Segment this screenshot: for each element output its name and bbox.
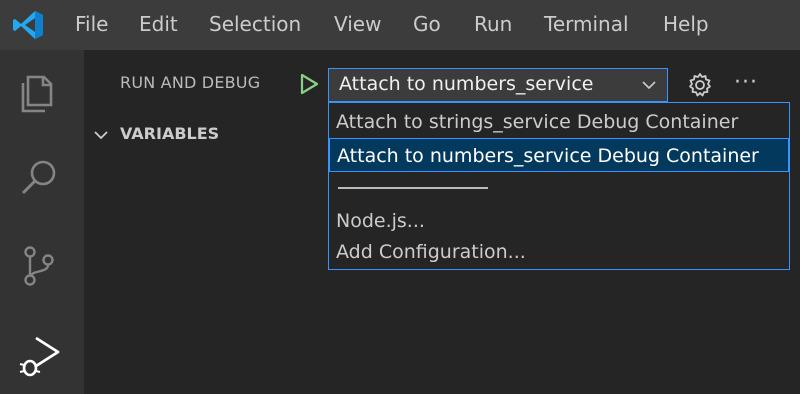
debug-config-dropdown: Attach to strings_service Debug Containe… — [328, 102, 790, 270]
activity-bar — [0, 50, 84, 394]
start-debugging-button[interactable] — [297, 72, 321, 96]
panel-title: RUN AND DEBUG — [120, 73, 261, 92]
selected-config-label: Attach to numbers_service — [339, 73, 594, 95]
menu-run[interactable]: Run — [474, 10, 512, 38]
menu-file[interactable]: File — [75, 10, 108, 38]
menu-view[interactable]: View — [334, 10, 381, 38]
vscode-logo-icon — [13, 11, 43, 39]
gear-icon[interactable] — [686, 71, 714, 99]
variables-label: VARIABLES — [120, 124, 220, 143]
title-bar: File Edit Selection View Go Run Terminal… — [0, 0, 800, 50]
run-debug-icon[interactable] — [14, 330, 64, 380]
menu-help[interactable]: Help — [663, 10, 709, 38]
dropdown-separator — [338, 187, 488, 189]
dropdown-option[interactable]: Node.js... — [329, 204, 789, 238]
more-actions-button[interactable]: ··· — [734, 70, 758, 95]
explorer-icon[interactable] — [14, 67, 64, 117]
menu-edit[interactable]: Edit — [139, 10, 178, 38]
debug-config-select[interactable]: Attach to numbers_service — [328, 68, 668, 102]
chevron-down-icon — [94, 131, 108, 140]
dropdown-option-selected[interactable]: Attach to numbers_service Debug Containe… — [329, 138, 789, 172]
menu-terminal[interactable]: Terminal — [544, 10, 629, 38]
chevron-down-icon — [642, 81, 656, 90]
dropdown-option[interactable]: Attach to strings_service Debug Containe… — [329, 105, 789, 139]
menu-go[interactable]: Go — [413, 10, 441, 38]
dropdown-option[interactable]: Add Configuration... — [329, 235, 789, 269]
menu-selection[interactable]: Selection — [209, 10, 301, 38]
source-control-icon[interactable] — [14, 240, 64, 290]
search-icon[interactable] — [14, 153, 64, 203]
